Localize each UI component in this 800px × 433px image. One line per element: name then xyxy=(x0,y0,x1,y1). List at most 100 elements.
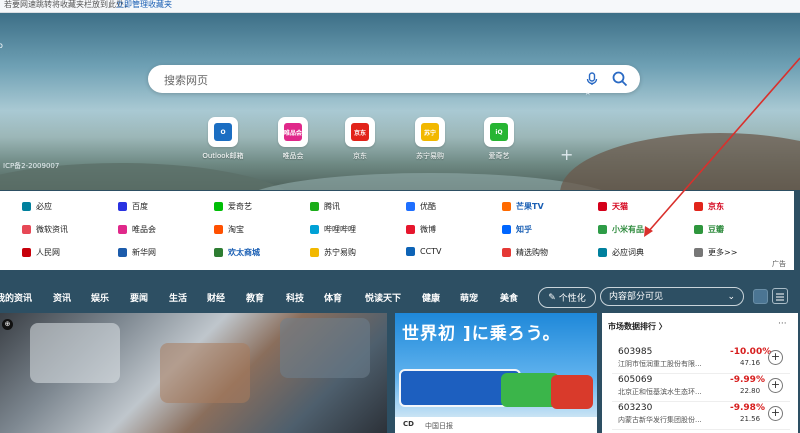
site-link-vipshop[interactable]: 唯品会 xyxy=(118,224,156,235)
site-link-xiaomi-youpin[interactable]: 小米有品 xyxy=(598,224,644,235)
site-link-douban[interactable]: 豆瓣 xyxy=(694,224,724,235)
site-link-shopping[interactable]: 精选购物 xyxy=(502,247,548,258)
microphone-icon[interactable] xyxy=(584,71,600,87)
image-region xyxy=(280,318,370,378)
site-link-tmall[interactable]: 天猫 xyxy=(598,201,628,212)
channel-tab-9[interactable]: 悦读天下 xyxy=(365,291,401,304)
tmall-icon xyxy=(598,202,607,211)
search-box[interactable] xyxy=(148,65,640,93)
channel-tab-6[interactable]: 教育 xyxy=(246,291,264,304)
search-icon[interactable] xyxy=(611,70,629,88)
quick-link-label: 京东 xyxy=(353,152,367,160)
add-watchlist-icon[interactable]: + xyxy=(768,350,783,365)
mgtv-icon xyxy=(502,202,511,211)
add-quick-link-button[interactable]: + xyxy=(560,145,573,164)
manage-favorites-link[interactable]: 立即管理收藏夹 xyxy=(116,0,172,10)
promo-card[interactable]: 世界初 ]に乗ろう。 CD 中国日报 xyxy=(395,313,597,433)
site-link-jd[interactable]: 京东 xyxy=(694,201,724,212)
site-link-baidu[interactable]: 百度 xyxy=(118,201,148,212)
site-link-weibo[interactable]: 微博 xyxy=(406,224,436,235)
stock-change: -9.98% xyxy=(730,403,765,413)
site-link-youku[interactable]: 优酷 xyxy=(406,201,436,212)
site-link-label: 知乎 xyxy=(516,225,532,234)
quick-link-label: Outlook邮箱 xyxy=(202,152,244,160)
suning-icon: 苏宁 xyxy=(421,123,439,141)
xiaomi-youpin-icon xyxy=(598,225,607,234)
more-options-icon[interactable]: ··· xyxy=(778,319,787,329)
site-link-label: 优酷 xyxy=(420,202,436,211)
site-link-bing-dict[interactable]: 必应词典 xyxy=(598,247,644,258)
stock-change: -9.99% xyxy=(730,375,765,385)
icp-license-text: ICP备2-2009007 xyxy=(3,162,60,170)
stock-price: 21.56 xyxy=(740,415,761,423)
site-link-label: 京东 xyxy=(708,202,724,211)
site-link-suning[interactable]: 苏宁易购 xyxy=(310,247,356,258)
market-ranking-title[interactable]: 市场数据排行 〉 xyxy=(608,321,667,332)
jd-icon xyxy=(694,202,703,211)
site-link-msn[interactable]: 微软资讯 xyxy=(22,224,68,235)
featured-news-image[interactable]: ⊕ xyxy=(0,313,387,433)
quick-link-iqiyi[interactable]: iQ 爱奇艺 xyxy=(470,117,528,161)
quick-link-jd[interactable]: 京东 京东 xyxy=(331,117,389,161)
site-link-zhihu[interactable]: 知乎 xyxy=(502,224,532,235)
channel-tab-7[interactable]: 科技 xyxy=(286,291,304,304)
market-ranking-card: 市场数据排行 〉 ··· 603985 江阴市恒润重工股份有限... -10.00%… xyxy=(602,313,798,433)
tencent-icon xyxy=(310,202,319,211)
channel-tab-11[interactable]: 萌宠 xyxy=(460,291,478,304)
add-watchlist-icon[interactable]: + xyxy=(768,406,783,421)
site-link-label: 微软资讯 xyxy=(36,225,68,234)
channel-tab-3[interactable]: 要闻 xyxy=(130,291,148,304)
site-link-cctv[interactable]: CCTV xyxy=(406,247,442,256)
site-link-tencent[interactable]: 腾讯 xyxy=(310,201,340,212)
channel-tab-1[interactable]: 资讯 xyxy=(53,291,71,304)
image-region xyxy=(30,323,120,383)
site-link-iqiyi[interactable]: 爱奇艺 xyxy=(214,201,252,212)
channel-tab-12[interactable]: 美食 xyxy=(500,291,518,304)
hero-background: o ⌃ O Outlook邮箱 唯品会 唯品会 京东 京东 苏宁 苏宁易购 iQ… xyxy=(0,13,800,190)
stock-row[interactable]: 603230 内蒙古新华发行集团股份... -9.98% 21.56 + xyxy=(612,401,790,430)
stock-name: 江阴市恒润重工股份有限... xyxy=(618,360,702,368)
quick-link-suning[interactable]: 苏宁 苏宁易购 xyxy=(401,117,459,161)
list-layout-button[interactable] xyxy=(772,288,788,304)
quick-link-vipshop[interactable]: 唯品会 唯品会 xyxy=(264,117,322,161)
site-link-xinhua[interactable]: 新华网 xyxy=(118,247,156,258)
background-hill xyxy=(560,133,800,190)
china-daily-logo: CD xyxy=(403,420,414,428)
stock-code: 603985 xyxy=(618,347,653,357)
stock-row[interactable]: 605069 北京正和恒基滨水生态环... -9.99% 22.80 + xyxy=(612,373,790,402)
site-link-label: 豆瓣 xyxy=(708,225,724,234)
channel-tab-5[interactable]: 财经 xyxy=(207,291,225,304)
list-icon xyxy=(776,293,784,301)
search-input[interactable] xyxy=(162,70,576,90)
site-link-mgtv[interactable]: 芒果TV xyxy=(502,201,544,212)
channel-tab-4[interactable]: 生活 xyxy=(169,291,187,304)
heytap-icon xyxy=(214,248,223,257)
channel-tab-8[interactable]: 体育 xyxy=(324,291,342,304)
quick-link-label: 苏宁易购 xyxy=(416,152,444,160)
channel-tab-0[interactable]: 我的资讯 xyxy=(0,291,32,304)
quick-link-outlook[interactable]: O Outlook邮箱 xyxy=(194,117,252,161)
outlook-icon: O xyxy=(214,123,232,141)
quick-link-label: 唯品会 xyxy=(282,152,304,160)
collapse-caret-icon[interactable]: ⌃ xyxy=(584,92,592,102)
baidu-icon xyxy=(118,202,127,211)
stock-name: 内蒙古新华发行集团股份... xyxy=(618,416,702,424)
add-watchlist-icon[interactable]: + xyxy=(768,378,783,393)
stock-row[interactable]: 603985 江阴市恒润重工股份有限... -10.00% 47.16 + xyxy=(612,345,790,374)
site-link-heytap[interactable]: 欢太商城 xyxy=(214,247,260,258)
content-visibility-value: 内容部分可见 xyxy=(609,292,664,302)
channel-tab-2[interactable]: 娱乐 xyxy=(91,291,109,304)
personalize-label: 个性化 xyxy=(558,294,586,304)
site-link-bing[interactable]: 必应 xyxy=(22,201,52,212)
site-link-people[interactable]: 人民网 xyxy=(22,247,60,258)
site-link-more[interactable]: 更多>> xyxy=(694,247,737,258)
site-link-taobao[interactable]: 淘宝 xyxy=(214,224,244,235)
stock-name: 北京正和恒基滨水生态环... xyxy=(618,388,702,396)
site-link-label: 小米有品 xyxy=(612,225,644,234)
personalize-button[interactable]: ✎ 个性化 xyxy=(538,287,596,308)
channel-tab-10[interactable]: 健康 xyxy=(422,291,440,304)
content-visibility-select[interactable]: 内容部分可见 ⌄ xyxy=(600,287,744,306)
grid-layout-button[interactable] xyxy=(753,289,768,304)
site-link-label: 淘宝 xyxy=(228,225,244,234)
site-link-bilibili[interactable]: 哔哩哔哩 xyxy=(310,224,356,235)
